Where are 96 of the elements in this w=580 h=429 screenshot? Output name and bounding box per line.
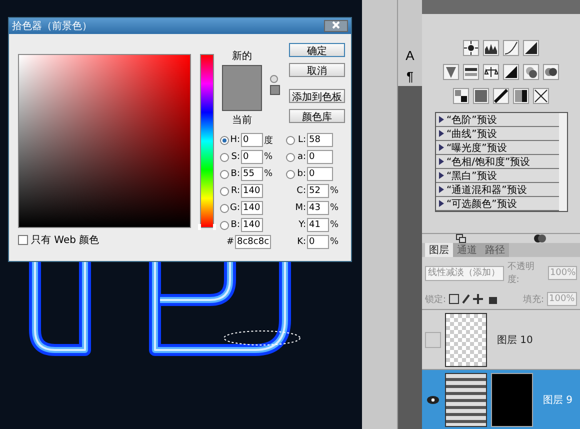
- field-label: K:: [296, 237, 306, 247]
- gradient-icon[interactable]: [473, 88, 489, 104]
- input-field[interactable]: 140: [241, 201, 263, 215]
- field-label: Y:: [298, 220, 306, 230]
- balance-icon[interactable]: [483, 64, 499, 80]
- preset-item[interactable]: “可选颜色”预设: [436, 197, 558, 211]
- unit-label: %: [264, 169, 274, 179]
- preset-item[interactable]: “色阶”预设: [436, 113, 558, 127]
- tool-button[interactable]: A: [406, 48, 414, 63]
- input-field[interactable]: 41: [307, 218, 329, 232]
- exposure-icon[interactable]: [523, 40, 539, 56]
- cross-icon[interactable]: [533, 88, 549, 104]
- radio-button[interactable]: [220, 136, 229, 144]
- dialog-button[interactable]: 添加到色板: [289, 89, 345, 103]
- input-field[interactable]: 0: [307, 150, 333, 164]
- preset-item[interactable]: “通道混和器”预设: [436, 183, 558, 197]
- input-field[interactable]: 0: [307, 235, 329, 249]
- gradient-map-icon[interactable]: [513, 88, 529, 104]
- layer-row[interactable]: 图层 10: [422, 309, 580, 370]
- triangle-icon[interactable]: [443, 64, 459, 80]
- unit-label: 度: [264, 134, 274, 146]
- histogram-icon[interactable]: [483, 40, 499, 56]
- circles-icon[interactable]: [523, 64, 539, 80]
- diagonal-icon[interactable]: [503, 64, 519, 80]
- preset-item[interactable]: “黑白”预设: [436, 169, 558, 183]
- input-field[interactable]: 58: [307, 133, 333, 147]
- radio-button[interactable]: [286, 170, 295, 178]
- preset-item[interactable]: “曝光度”预设: [436, 141, 558, 155]
- dialog-button[interactable]: 确定: [289, 43, 345, 57]
- radio-button[interactable]: [286, 152, 295, 162]
- fill-label: 填充:: [522, 294, 544, 306]
- opacity-label: 不透明度:: [507, 260, 536, 286]
- field-label: R:: [230, 186, 240, 196]
- unit-label: %: [330, 203, 340, 213]
- input-field[interactable]: 140: [241, 218, 263, 232]
- dialog-button[interactable]: 颜色库: [289, 109, 345, 123]
- radio-button[interactable]: [286, 136, 295, 144]
- field-label: M:: [294, 203, 306, 213]
- hue-slider[interactable]: [200, 54, 214, 228]
- square-icon: [270, 85, 280, 95]
- hue-slider-thumb[interactable]: [198, 224, 216, 230]
- input-field[interactable]: 52: [307, 184, 329, 198]
- lock-label: 锁定:: [425, 294, 446, 306]
- close-button[interactable]: [324, 20, 348, 32]
- unit-label: %: [264, 152, 274, 162]
- gradient-bars-icon[interactable]: [463, 64, 479, 80]
- panel-tab[interactable]: 图层: [425, 243, 453, 258]
- close-icon: [332, 21, 340, 29]
- slash-icon[interactable]: [493, 88, 509, 104]
- radio-button[interactable]: [220, 152, 229, 162]
- new-label: 新的: [232, 50, 252, 63]
- brightness-icon[interactable]: [463, 40, 479, 56]
- field-label: G:: [230, 203, 240, 213]
- dialog-button[interactable]: 取消: [289, 63, 345, 77]
- layers-icon: [456, 234, 466, 244]
- layer-thumbnail: [445, 312, 487, 367]
- color-swatch: [222, 65, 262, 111]
- field-label: H:: [230, 135, 240, 145]
- visibility-toggle[interactable]: [425, 332, 441, 348]
- field-label: S:: [230, 152, 240, 162]
- input-field[interactable]: 55: [241, 167, 263, 181]
- color-circles-icon[interactable]: [543, 64, 559, 80]
- web-colors-checkbox[interactable]: 只有 Web 颜色: [18, 233, 214, 247]
- field-label: C:: [296, 186, 306, 196]
- dialog-title: 拾色器（前景色）: [12, 20, 92, 33]
- input-field[interactable]: 0: [307, 167, 333, 181]
- tool-button[interactable]: ¶: [406, 69, 414, 84]
- layer-name: 图层 9: [543, 394, 573, 407]
- field-label: B:: [230, 220, 240, 230]
- unit-label: %: [330, 220, 340, 230]
- unit-label: %: [330, 186, 340, 196]
- current-label: 当前: [232, 114, 252, 127]
- invert-icon[interactable]: [453, 88, 469, 104]
- lock-icons[interactable]: [449, 294, 500, 304]
- input-field[interactable]: 8c8c8c: [235, 235, 271, 249]
- layer-mask-thumbnail: [491, 372, 533, 427]
- radio-button[interactable]: [220, 186, 229, 196]
- input-field[interactable]: 43: [307, 201, 329, 215]
- radio-button[interactable]: [220, 170, 229, 178]
- preset-item[interactable]: “色相/饱和度”预设: [436, 155, 558, 169]
- input-field[interactable]: 0: [241, 133, 263, 147]
- input-field[interactable]: 140: [241, 184, 263, 198]
- layer-thumbnail: [445, 372, 487, 427]
- curve-icon[interactable]: [503, 40, 519, 56]
- field-label: #: [225, 237, 234, 247]
- layer-name: 图层 10: [497, 334, 533, 347]
- radio-button[interactable]: [220, 204, 229, 212]
- preset-item[interactable]: “曲线”预设: [436, 127, 558, 141]
- unit-label: %: [330, 237, 340, 247]
- field-label: B:: [230, 169, 240, 179]
- field-label: a:: [296, 152, 306, 162]
- radio-button[interactable]: [220, 220, 229, 230]
- color-field[interactable]: [18, 54, 191, 228]
- field-label: L:: [296, 135, 306, 145]
- field-label: b:: [296, 169, 306, 179]
- input-field[interactable]: 0: [241, 150, 263, 164]
